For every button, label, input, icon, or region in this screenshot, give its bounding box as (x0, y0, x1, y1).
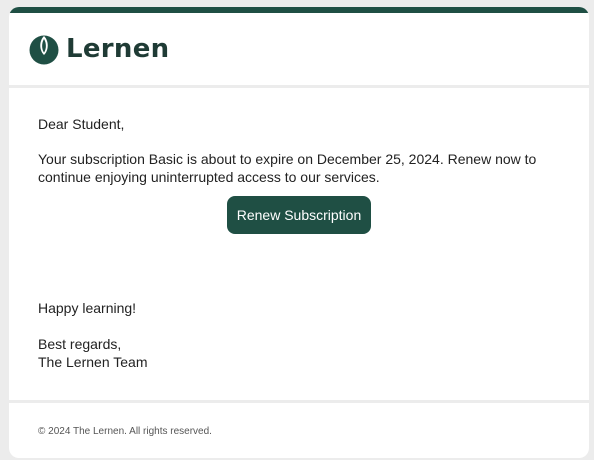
regards-text: Best regards, (38, 336, 122, 352)
email-footer: © 2024 The Lernen. All rights reserved. (9, 400, 589, 458)
greeting-text: Dear Student, (38, 116, 125, 132)
team-signature: The Lernen Team (38, 354, 148, 370)
email-card: Lernen Dear Student, Your subscription B… (9, 7, 589, 458)
signoff-text: Happy learning! (38, 300, 137, 316)
lernen-leaf-logo-icon (29, 35, 59, 65)
renew-subscription-button[interactable]: Renew Subscription (226, 196, 372, 234)
message-text: Your subscription Basic is about to expi… (38, 151, 537, 185)
email-header: Lernen (9, 13, 589, 88)
brand-name: Lernen (66, 34, 170, 64)
brand-logo[interactable]: Lernen (28, 32, 169, 66)
cta-container: Renew Subscription (9, 196, 589, 234)
copyright-text: © 2024 The Lernen. All rights reserved. (38, 426, 212, 437)
